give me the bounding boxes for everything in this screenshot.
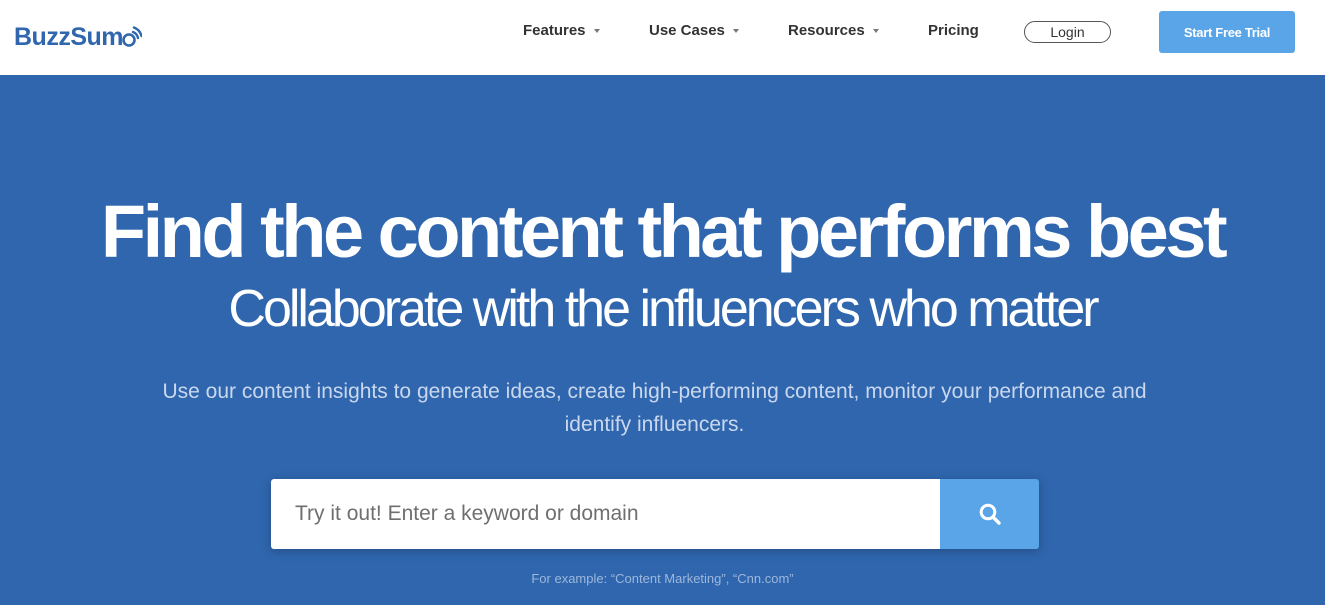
chevron-down-icon bbox=[872, 28, 879, 33]
start-free-trial-button[interactable]: Start Free Trial bbox=[1159, 11, 1295, 53]
buzzsumo-logo[interactable]: BuzzSum bbox=[14, 14, 142, 50]
logo-text: BuzzSum bbox=[14, 23, 124, 51]
logo-signal-icon bbox=[122, 26, 142, 47]
search-example-hint: For example: “Content Marketing”, “Cnn.c… bbox=[531, 571, 794, 586]
nav-resources[interactable]: Resources bbox=[788, 22, 879, 39]
nav-pricing-label: Pricing bbox=[928, 22, 979, 39]
nav-use-cases-label: Use Cases bbox=[649, 22, 725, 39]
chevron-down-icon bbox=[732, 28, 739, 33]
hero-headline: Find the content that performs best bbox=[100, 190, 1228, 273]
hero-subheadline: Collaborate with the influencers who mat… bbox=[228, 280, 1099, 338]
search-button[interactable] bbox=[940, 479, 1039, 549]
nav-resources-label: Resources bbox=[788, 22, 865, 39]
chevron-down-icon bbox=[593, 28, 600, 33]
nav-features-label: Features bbox=[523, 22, 586, 39]
search-form bbox=[271, 479, 1039, 549]
hero-section: Find the content that performs best Coll… bbox=[0, 75, 1325, 605]
site-header: BuzzSum Features Use Cases Resources Pri… bbox=[0, 0, 1325, 75]
hero-description: Use our content insights to generate ide… bbox=[162, 380, 1147, 436]
search-icon bbox=[979, 503, 1001, 525]
search-input[interactable] bbox=[271, 479, 940, 549]
nav-features[interactable]: Features bbox=[523, 22, 600, 39]
login-button[interactable]: Login bbox=[1024, 21, 1111, 43]
nav-pricing[interactable]: Pricing bbox=[928, 22, 979, 39]
nav-use-cases[interactable]: Use Cases bbox=[649, 22, 739, 39]
